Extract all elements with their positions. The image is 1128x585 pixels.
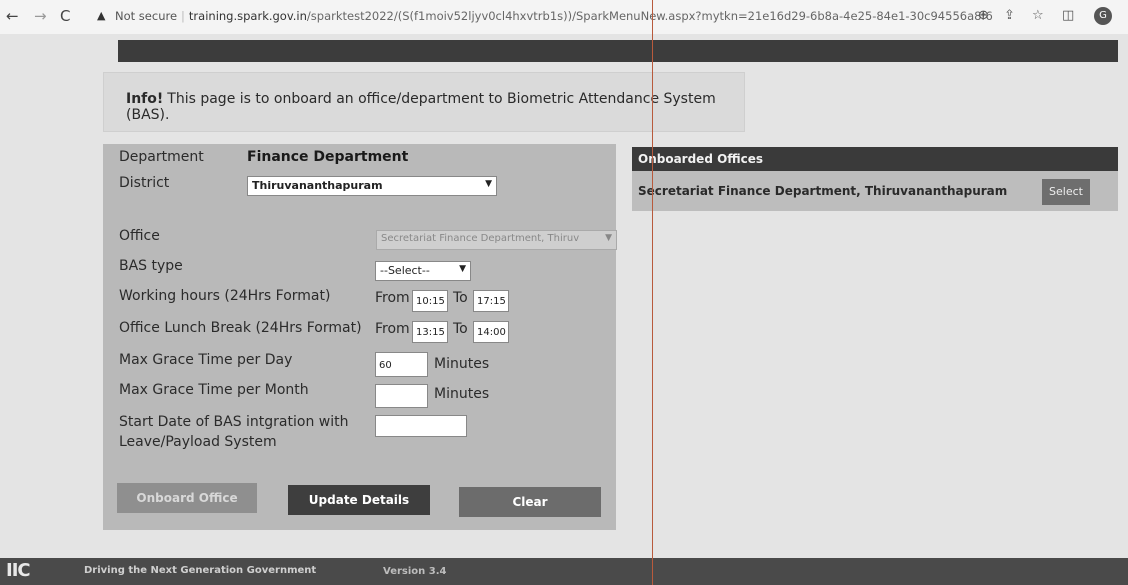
star-icon[interactable]: ☆ — [1032, 8, 1044, 23]
footer-tagline: Driving the Next Generation Government — [84, 565, 317, 576]
info-prefix: Info! — [126, 91, 164, 107]
working-from-input[interactable]: 10:15 — [412, 290, 448, 312]
lunch-break-label: Office Lunch Break (24Hrs Format) — [119, 320, 362, 336]
grace-day-input[interactable]: 60 — [375, 352, 428, 377]
onboarded-offices-header: Onboarded Offices — [632, 147, 1118, 171]
select-office-button[interactable]: Select — [1042, 179, 1090, 205]
grace-month-unit: Minutes — [434, 386, 490, 402]
url-host: training.spark.gov.in — [188, 9, 307, 23]
forward-icon[interactable]: → — [34, 7, 47, 25]
district-select[interactable]: Thiruvananthapuram ▼ — [247, 176, 497, 196]
lunch-from-input[interactable]: 13:15 — [412, 321, 448, 343]
office-label: Office — [119, 228, 160, 244]
working-to-label: To — [453, 290, 468, 306]
chevron-down-icon: ▼ — [459, 264, 466, 274]
page-footer: IIC Driving the Next Generation Governme… — [0, 558, 1128, 585]
working-hours-label: Working hours (24Hrs Format) — [119, 288, 331, 304]
office-value: Secretariat Finance Department, Thiruv — [381, 233, 580, 244]
back-icon[interactable]: ← — [6, 7, 19, 25]
grace-month-label: Max Grace Time per Month — [119, 382, 309, 398]
address-bar[interactable]: Not secure | training.spark.gov.in/sparkte… — [115, 9, 993, 23]
start-date-label-line1: Start Date of BAS intgration with — [119, 414, 349, 430]
vertical-marker-line — [652, 0, 653, 585]
profile-avatar[interactable]: G — [1094, 7, 1112, 25]
update-details-button[interactable]: Update Details — [288, 485, 430, 515]
working-from-label: From — [375, 290, 410, 306]
clear-button[interactable]: Clear — [459, 487, 601, 517]
office-select[interactable]: Secretariat Finance Department, Thiruv ▼ — [376, 230, 617, 250]
bas-type-select[interactable]: --Select-- ▼ — [375, 261, 471, 281]
reload-icon[interactable]: C — [60, 7, 70, 25]
grace-day-label: Max Grace Time per Day — [119, 352, 293, 368]
bas-type-value: --Select-- — [380, 264, 430, 277]
info-message: This page is to onboard an office/depart… — [126, 91, 716, 123]
department-label: Department — [119, 149, 204, 165]
onboard-office-button[interactable]: Onboard Office — [117, 483, 257, 513]
share-icon[interactable]: ⇪ — [1004, 8, 1015, 23]
bas-type-label: BAS type — [119, 258, 183, 274]
department-value: Finance Department — [247, 149, 409, 165]
grace-day-unit: Minutes — [434, 356, 490, 372]
lunch-to-input[interactable]: 14:00 — [473, 321, 509, 343]
start-date-label-line2: Leave/Payload System — [119, 434, 277, 450]
grace-month-input[interactable] — [375, 384, 428, 408]
working-to-input[interactable]: 17:15 — [473, 290, 509, 312]
office-name: Secretariat Finance Department, Thiruvan… — [638, 184, 1008, 198]
table-row: Secretariat Finance Department, Thiruvan… — [632, 171, 1118, 211]
district-value: Thiruvananthapuram — [252, 179, 383, 192]
footer-logo: IIC — [6, 560, 31, 581]
chevron-down-icon: ▼ — [485, 179, 492, 189]
browser-toolbar: ← → C ▲ Not secure | training.spark.gov.in… — [0, 0, 1128, 34]
lunch-from-label: From — [375, 321, 410, 337]
chevron-down-icon: ▼ — [605, 233, 612, 243]
url-path: /sparktest2022/(S(f1moiv52ljyv0cl4hxvtrb… — [306, 9, 993, 23]
warning-icon: ▲ — [97, 9, 106, 22]
district-label: District — [119, 175, 170, 191]
zoom-icon[interactable]: ⊕ — [978, 8, 989, 23]
info-alert: Info! This page is to onboard an office/d… — [103, 72, 745, 132]
security-label: Not secure — [115, 9, 178, 23]
page-header-strip — [118, 40, 1118, 62]
sidepanel-icon[interactable]: ◫ — [1062, 8, 1074, 23]
lunch-to-label: To — [453, 321, 468, 337]
footer-version: Version 3.4 — [383, 566, 447, 577]
onboard-form: Department Finance Department District T… — [103, 144, 617, 530]
start-date-input[interactable] — [375, 415, 467, 437]
